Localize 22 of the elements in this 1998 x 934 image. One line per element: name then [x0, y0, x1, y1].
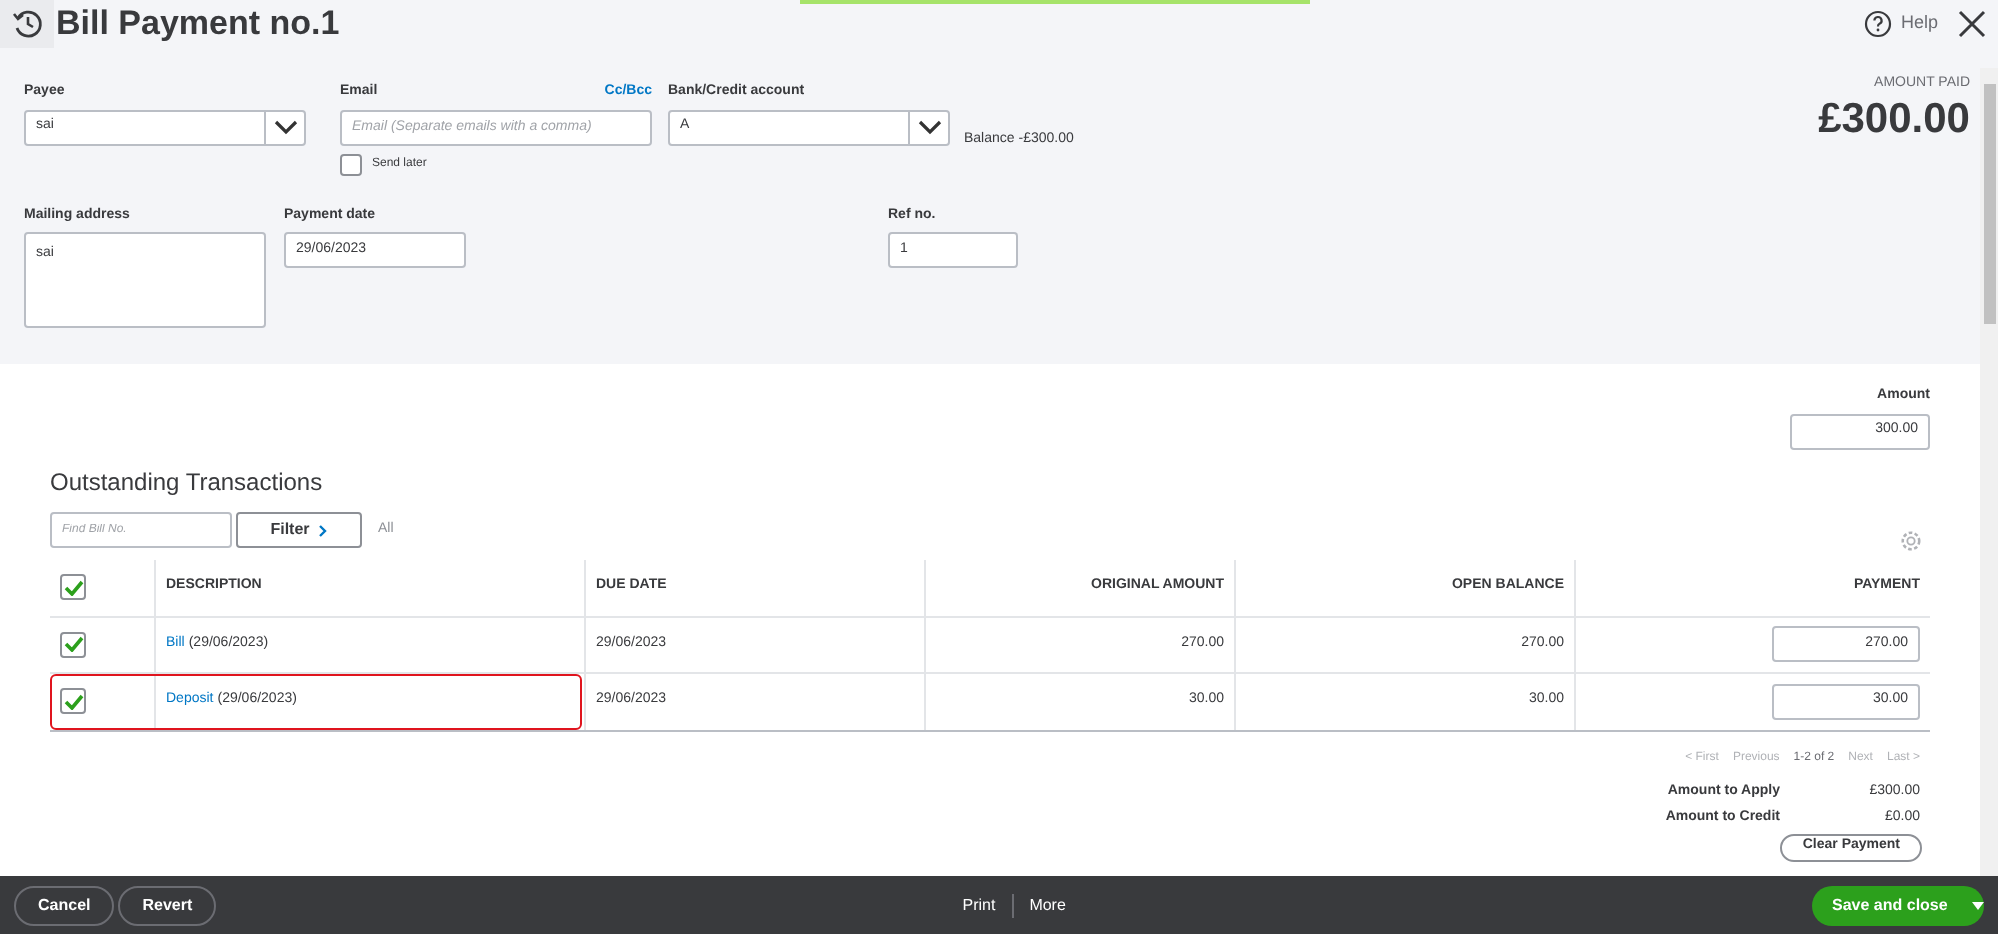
chevron-down-icon	[917, 119, 941, 135]
page-title: Bill Payment no.1	[56, 2, 340, 47]
amount-paid-value: £300.00	[1818, 95, 1970, 143]
checkbox[interactable]	[60, 688, 86, 714]
cancel-button[interactable]: Cancel	[14, 885, 115, 925]
checkbox[interactable]	[60, 631, 86, 657]
close-icon[interactable]	[1958, 10, 1986, 38]
history-icon[interactable]	[11, 8, 43, 40]
print-button[interactable]: Print	[962, 893, 1014, 917]
section-title: Outstanding Transactions	[50, 465, 325, 499]
help-button[interactable]: Help	[1864, 10, 1938, 38]
send-later-checkbox[interactable]	[340, 153, 362, 175]
chevron-right-icon	[317, 523, 328, 537]
checkbox[interactable]	[60, 574, 86, 600]
help-icon	[1864, 10, 1893, 38]
filter-button[interactable]: Filter	[236, 512, 362, 548]
revert-button[interactable]: Revert	[118, 885, 217, 925]
settings-icon[interactable]	[1900, 529, 1922, 551]
scrollbar-thumb[interactable]	[1983, 84, 1995, 324]
caret-down-icon	[1971, 901, 1984, 909]
more-button[interactable]: More	[1013, 893, 1066, 917]
chevron-down-icon	[273, 119, 297, 135]
